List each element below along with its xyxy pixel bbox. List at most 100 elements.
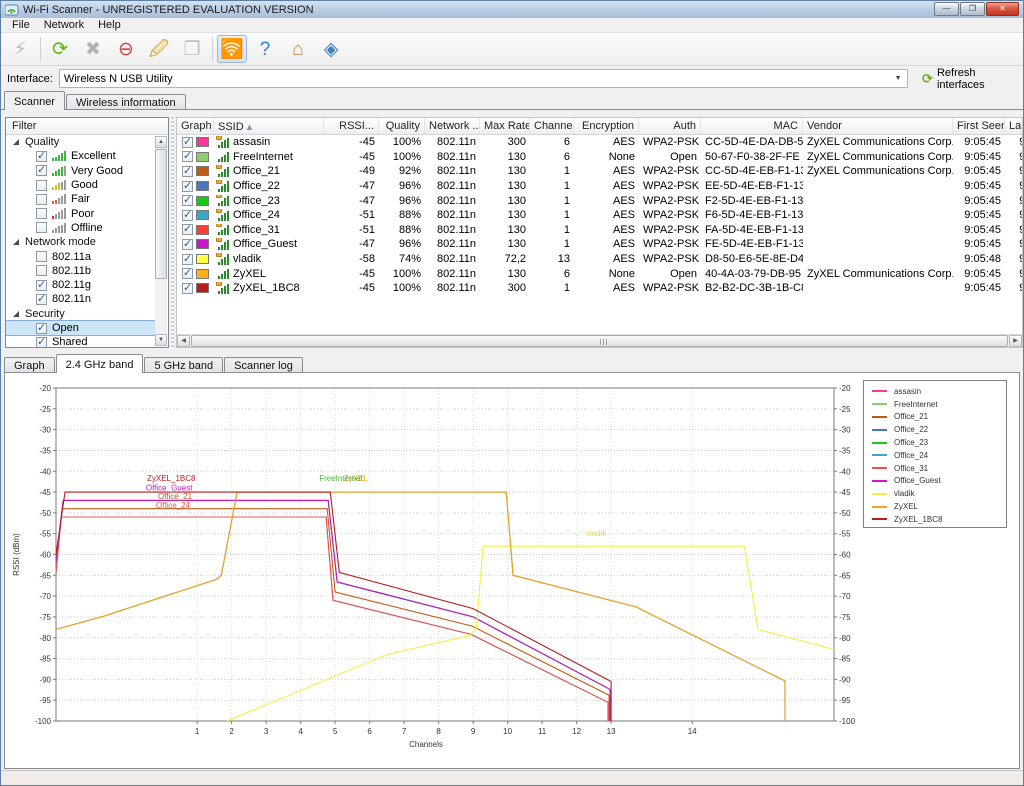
checkbox[interactable] bbox=[182, 195, 193, 206]
column-header-last_seen[interactable]: Last Seen bbox=[1005, 118, 1023, 134]
table-row-office_guest[interactable]: Office_Guest-4796%802.11n1301AESWPA2-PSK… bbox=[177, 237, 1022, 252]
tab-scanner-log[interactable]: Scanner log bbox=[224, 357, 303, 373]
column-header-graph[interactable]: Graph bbox=[177, 118, 214, 134]
wifi-stop-button[interactable]: 🛜 bbox=[217, 35, 247, 63]
table-row-office_31[interactable]: Office_31-5188%802.11n1301AESWPA2-PSKFA-… bbox=[177, 223, 1022, 238]
checkbox[interactable] bbox=[36, 265, 47, 276]
table-row-office_22[interactable]: Office_22-4796%802.11n1301AESWPA2-PSKEE-… bbox=[177, 179, 1022, 194]
table-row-office_24[interactable]: Office_24-5188%802.11n1301AESWPA2-PSKF6-… bbox=[177, 208, 1022, 223]
refresh-interfaces-button[interactable]: ⟳ Refresh interfaces bbox=[922, 67, 1023, 91]
column-header-encryption[interactable]: Encryption bbox=[574, 118, 639, 134]
menu-file[interactable]: File bbox=[5, 18, 37, 32]
checkbox[interactable] bbox=[182, 224, 193, 235]
delete-button[interactable]: ✖ bbox=[78, 35, 108, 63]
clean-broom-button[interactable]: 🖉 bbox=[144, 35, 174, 63]
tab-wireless-information[interactable]: Wireless information bbox=[66, 94, 186, 110]
column-header-network[interactable]: Network ... bbox=[425, 118, 480, 134]
tab-2-4-ghz-band[interactable]: 2.4 GHz band bbox=[56, 354, 144, 373]
chevron-down-icon[interactable]: ▼ bbox=[891, 72, 905, 85]
column-header-vendor[interactable]: Vendor bbox=[803, 118, 953, 134]
scroll-right-icon[interactable]: ▶ bbox=[1009, 335, 1022, 347]
table-row-office_23[interactable]: Office_23-4796%802.11n1301AESWPA2-PSKF2-… bbox=[177, 193, 1022, 208]
filter-item-802-11n[interactable]: 802.11n bbox=[6, 292, 155, 306]
table-row-freeinternet[interactable]: FreeInternet-45100%802.11n1306NoneOpen50… bbox=[177, 150, 1022, 165]
menu-network[interactable]: Network bbox=[37, 18, 91, 32]
filter-item-open[interactable]: Open bbox=[6, 321, 155, 335]
tree-expanded-icon[interactable] bbox=[13, 139, 19, 145]
connect-flash-button[interactable]: ⚡ bbox=[5, 35, 35, 63]
close-button[interactable]: ✕ bbox=[986, 2, 1019, 16]
column-header-auth[interactable]: Auth bbox=[639, 118, 701, 134]
table-row-vladik[interactable]: vladik-5874%802.11n72,213AESWPA2-PSKD8-5… bbox=[177, 252, 1022, 267]
checkbox[interactable] bbox=[36, 180, 47, 191]
filter-section-security[interactable]: Security bbox=[6, 307, 155, 321]
checkbox[interactable] bbox=[36, 337, 47, 347]
column-header-channel[interactable]: Channel bbox=[530, 118, 574, 134]
filter-item-fair[interactable]: Fair bbox=[6, 192, 155, 206]
checkbox[interactable] bbox=[182, 181, 193, 192]
checkbox[interactable] bbox=[182, 268, 193, 279]
interface-combobox[interactable]: Wireless N USB Utility ▼ bbox=[59, 69, 908, 88]
checkbox[interactable] bbox=[182, 254, 193, 265]
restore-button[interactable]: ❐ bbox=[960, 2, 985, 16]
checkbox[interactable] bbox=[182, 137, 193, 148]
menu-help[interactable]: Help bbox=[91, 18, 128, 32]
checkbox[interactable] bbox=[36, 222, 47, 233]
column-header-first_seen[interactable]: First Seen bbox=[953, 118, 1005, 134]
checkbox[interactable] bbox=[182, 151, 193, 162]
filter-item-802-11a[interactable]: 802.11a bbox=[6, 249, 155, 263]
table-row-zyxel_1bc8[interactable]: ZyXEL_1BC8-45100%802.11n3001AESWPA2-PSKB… bbox=[177, 281, 1022, 296]
filter-item-offline[interactable]: Offline bbox=[6, 221, 155, 235]
window-titlebar[interactable]: Wi-Fi Scanner - UNREGISTERED EVALUATION … bbox=[1, 1, 1023, 18]
checkbox[interactable] bbox=[36, 323, 47, 334]
copy-page-button[interactable]: ❐ bbox=[177, 35, 207, 63]
vertical-splitter[interactable] bbox=[171, 117, 174, 348]
filter-item-poor[interactable]: Poor bbox=[6, 206, 155, 220]
tree-expanded-icon[interactable] bbox=[13, 311, 19, 317]
checkbox[interactable] bbox=[36, 151, 47, 162]
filter-item-very-good[interactable]: Very Good bbox=[6, 164, 155, 178]
checkbox[interactable] bbox=[182, 283, 193, 294]
about-info-button[interactable]: ◈ bbox=[316, 35, 346, 63]
table-hscrollbar[interactable]: ◀ ▶ bbox=[177, 334, 1022, 347]
column-header-rssi[interactable]: RSSI... bbox=[324, 118, 379, 134]
checkbox[interactable] bbox=[36, 294, 47, 305]
help-button[interactable]: ? bbox=[250, 35, 280, 63]
column-header-quality[interactable]: Quality bbox=[379, 118, 425, 134]
filter-section-quality[interactable]: Quality bbox=[6, 135, 155, 149]
checkbox[interactable] bbox=[36, 208, 47, 219]
checkbox[interactable] bbox=[36, 165, 47, 176]
home-button[interactable]: ⌂ bbox=[283, 35, 313, 63]
hscrollbar-thumb[interactable] bbox=[191, 335, 1008, 347]
tab-graph[interactable]: Graph bbox=[4, 357, 55, 373]
filter-section-network-mode[interactable]: Network mode bbox=[6, 235, 155, 249]
tab-5-ghz-band[interactable]: 5 GHz band bbox=[144, 357, 223, 373]
scroll-up-icon[interactable]: ▲ bbox=[155, 136, 167, 148]
checkbox[interactable] bbox=[182, 239, 193, 250]
column-header-mac[interactable]: MAC bbox=[701, 118, 803, 134]
tree-expanded-icon[interactable] bbox=[13, 239, 19, 245]
filter-scrollbar-thumb[interactable] bbox=[155, 149, 167, 279]
stop-graph-button[interactable]: ⊖ bbox=[111, 35, 141, 63]
table-row-office_21[interactable]: Office_21-4992%802.11n1301AESWPA2-PSKCC-… bbox=[177, 164, 1022, 179]
filter-item-excellent[interactable]: Excellent bbox=[6, 149, 155, 163]
table-row-assasin[interactable]: assasin-45100%802.11n3006AESWPA2-PSKCC-5… bbox=[177, 135, 1022, 150]
checkbox[interactable] bbox=[36, 194, 47, 205]
filter-item-802-11g[interactable]: 802.11g bbox=[6, 278, 155, 292]
scroll-left-icon[interactable]: ◀ bbox=[177, 335, 190, 347]
scroll-down-icon[interactable]: ▼ bbox=[155, 334, 167, 346]
checkbox[interactable] bbox=[182, 210, 193, 221]
checkbox[interactable] bbox=[36, 251, 47, 262]
checkbox[interactable] bbox=[36, 280, 47, 291]
filter-scrollbar[interactable]: ▲ ▼ bbox=[155, 136, 167, 346]
filter-item-802-11b[interactable]: 802.11b bbox=[6, 264, 155, 278]
minimize-button[interactable]: — bbox=[934, 2, 959, 16]
checkbox[interactable] bbox=[182, 166, 193, 177]
tab-scanner[interactable]: Scanner bbox=[4, 91, 65, 110]
filter-item-shared[interactable]: Shared bbox=[6, 335, 155, 347]
rescan-refresh-button[interactable]: ⟳ bbox=[45, 35, 75, 63]
column-header-ssid[interactable]: SSID ▴ bbox=[214, 118, 324, 134]
filter-item-good[interactable]: Good bbox=[6, 178, 155, 192]
column-header-max_rate[interactable]: Max Rate bbox=[480, 118, 530, 134]
table-row-zyxel[interactable]: ZyXEL-45100%802.11n1306NoneOpen40-4A-03-… bbox=[177, 266, 1022, 281]
